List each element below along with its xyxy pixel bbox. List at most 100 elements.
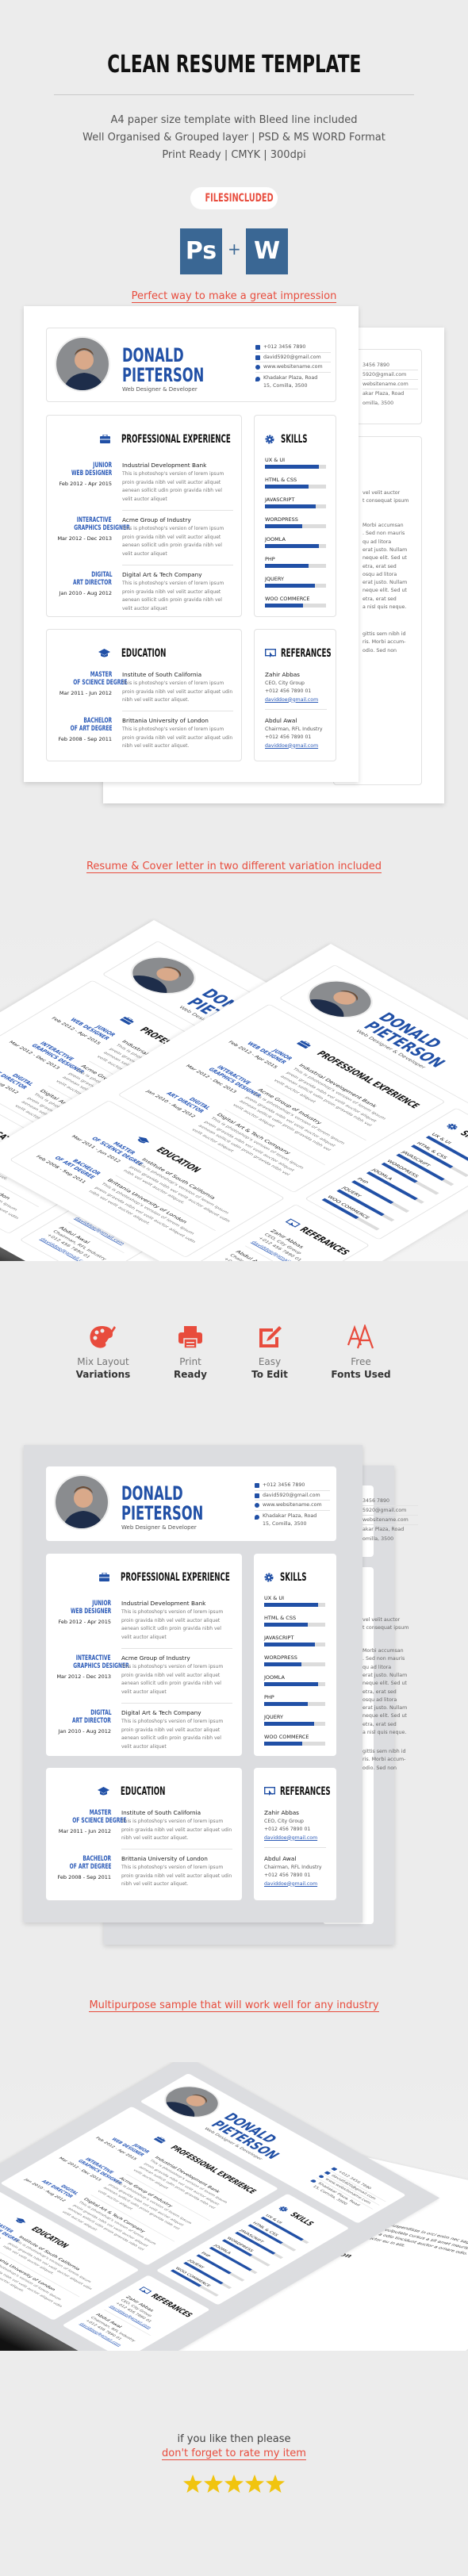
presentation-icon [265,649,276,657]
entry-dates: Mar 2011 - Jun 2012 [58,1828,111,1834]
email-icon [324,2171,332,2175]
star-icon[interactable] [183,2474,202,2493]
role-title: DIGITAL ART DIRECTOR [50,571,112,587]
entry-dates: Jan 2010 - Aug 2012 [58,1728,111,1735]
entry-dates: Feb 2012 - Apr 2015 [58,1619,111,1625]
cover-paragraph-fragment: erat justo. Nullam [363,1705,408,1712]
palette-icon [90,1326,116,1348]
cover-paragraph-fragment: etra, erat sed [363,563,397,569]
cover-contact-fragment: omilla, 3500 [363,401,394,406]
star-icon[interactable] [245,2474,264,2493]
skill-item: WOO COMMERCE [265,596,326,608]
role-line-2: OF SCIENCE DEGREE [73,679,128,687]
reference-position: Chairman, RFL Industry [265,726,323,732]
cover-contact-fragment: akar Plaza, Road [363,391,405,397]
skill-bar [264,1623,325,1627]
feature-label: Mix Layout [77,1356,129,1367]
gear-icon [264,1573,274,1582]
briefcase-icon [100,435,110,443]
star-icon[interactable] [204,2474,223,2493]
feature-print-ready: Print Ready [147,1324,234,1380]
reference-email[interactable]: daviddoe@gmail.com [264,1834,332,1843]
cover-paragraph-fragment: erat justo. Nullam [363,1672,408,1678]
tagline: Perfect way to make a great impression [131,290,337,303]
font-icon [347,1324,374,1349]
reference-email[interactable]: daviddoe@gmail.com [265,696,332,705]
skill-item: PHP [265,556,326,568]
cover-paragraph-fragment: etra, erat sed [363,596,397,602]
rate-prompt[interactable]: don't forget to rate my item [0,2448,468,2460]
last-name: PIETERSON [122,364,205,386]
globe-icon [317,2174,325,2179]
cover-paragraph-fragment: a nisl quis neque. [363,1730,407,1735]
skill-label: WOO COMMERCE [264,1734,309,1740]
reference-email[interactable]: daviddoe@gmail.com [265,742,332,751]
skill-label: JAVASCRIPT [265,496,295,503]
role-line-2: OF ART DEGREE [69,1863,111,1871]
skill-item: JAVASCRIPT [265,496,326,508]
role-line-1: INTERACTIVE [76,1654,111,1662]
feature-label-bold: To Edit [251,1369,288,1380]
entry-organization: Digital Art & Tech Company [121,1709,201,1716]
star-rating[interactable] [0,2474,468,2497]
cover-paragraph-fragment: qu ad litora [363,1664,392,1670]
contact-text: +012 3456 7890 [263,1482,305,1488]
education-card: EDUCATION MASTEROF SCIENCE DEGREE Mar 201… [46,1768,242,1900]
perspective-preview: Aliquam massa nisl quis neque. Suspendis… [0,2062,468,2351]
graduation-cap-icon [98,1787,109,1796]
skill-bar [265,544,326,548]
skill-bar [265,504,326,508]
role-line-1: MASTER [90,671,112,679]
cover-contact-fragment: 5920@gmail.com [363,1507,418,1516]
feature-easy-edit: Easy To Edit [226,1324,313,1380]
resume-page: DONALD PIETERSON Web Designer & Develope… [24,1445,363,1922]
phone-icon [255,345,260,350]
feature-mix-layout: Mix Layout Variations [59,1324,147,1380]
skill-bar [265,604,326,608]
cover-contact-fragment: 3456 7890 [363,1497,418,1507]
skill-bar [265,584,326,588]
first-name: DONALD [121,1482,183,1505]
cover-paragraph-fragment: etra, erat sed [363,1689,397,1695]
star-icon[interactable] [266,2474,285,2493]
header-card: DONALD PIETERSON Web Designer & Develope… [46,328,336,402]
star-icon[interactable] [224,2474,244,2493]
email-icon [255,355,260,360]
cover-contact-fragment: websitename.com [363,381,418,390]
entry-organization: Industrial Development Bank [122,462,207,469]
header-card: DONALD PIETERSON Web Designer & Develope… [46,1466,336,1541]
entry-dates: Feb 2008 - Sep 2011 [58,736,112,742]
cover-paragraph-fragment: osqu ad litora [363,571,397,577]
skill-bar [264,1662,325,1666]
entry-dates: Feb 2008 - Sep 2011 [57,1874,111,1880]
entry-dates: Mar 2012 - Dec 2013 [57,535,112,542]
map-pin-icon [255,1514,259,1520]
skill-label: WORDPRESS [265,516,298,523]
role-line-1: INTERACTIVE [77,516,112,524]
gear-icon [447,1123,458,1130]
cover-paragraph-fragment: erat justo. Nullam [363,546,408,553]
entry-description: This is photoshop's version of lorem ips… [121,1819,232,1841]
entry-organization: Industrial Development Bank [121,1600,206,1607]
cover-paragraph-fragment: neque elit. Sed ut [363,588,407,594]
skills-heading: SKILLS [287,2211,316,2228]
feature-label-bold: Ready [174,1369,207,1380]
reference-phone: +012 456 7890 01 [265,688,312,694]
cover-paragraph-fragment: neque elit. Sed ut [363,1713,407,1719]
cover-paragraph-fragment: odio. Sed non [363,1765,397,1771]
skill-bar-fill [264,1682,318,1686]
contact-list: +012 3456 7890 david5920@gmail.com www.w… [255,343,331,390]
reference-name: Zahir Abbas [265,671,300,678]
cover-paragraph-fragment: etra, erat sed [363,1721,397,1727]
reference-item: Zahir Abbas CEO, City Group +012 456 7890 … [265,671,332,710]
reference-phone: +012 456 7890 01 [265,734,312,740]
role-line-1: BACHELOR [83,717,112,725]
reference-separator [265,709,327,710]
cover-paragraph-fragment: vel velit auctor [363,1617,401,1623]
contact-text: +012 3456 7890 [263,344,306,350]
role-title: JUNIOR WEB DESIGNER [50,462,112,477]
reference-email[interactable]: daviddoe@gmail.com [264,1880,332,1889]
cover-paragraph-fragment: qu ad litora [363,539,392,545]
role-line-1: JUNIOR [92,1600,111,1608]
contact-address: Khadakar Plaza, Road15, Comilla, 3500 [255,374,331,390]
